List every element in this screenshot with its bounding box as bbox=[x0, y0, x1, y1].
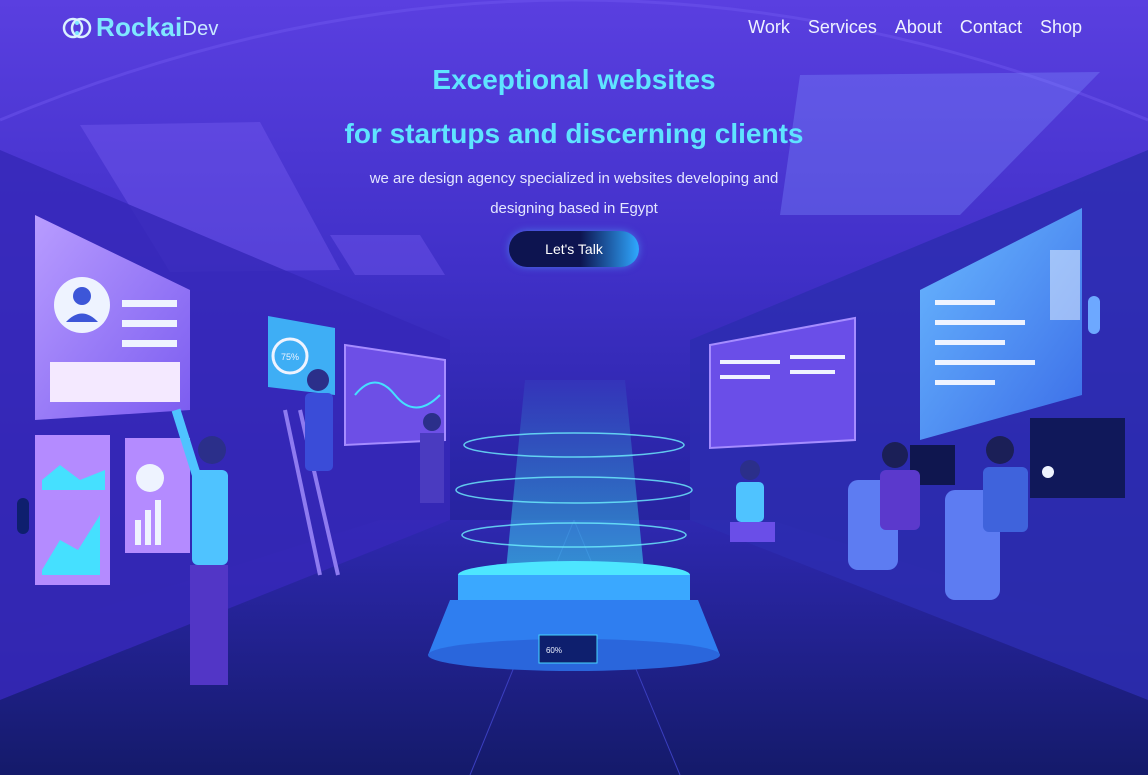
nav-link-about[interactable]: About bbox=[895, 17, 942, 38]
panel-progress-label: 75% bbox=[281, 352, 299, 362]
main-menu: Work Services About Contact Shop bbox=[748, 17, 1082, 38]
top-navigation: Rockai Dev Work Services About Contact S… bbox=[0, 0, 1148, 60]
brand-name-light: Dev bbox=[182, 18, 219, 40]
nav-link-services[interactable]: Services bbox=[808, 17, 877, 38]
brand-name-bold: Rockai bbox=[96, 12, 183, 42]
nav-link-contact[interactable]: Contact bbox=[960, 17, 1022, 38]
nav-link-work[interactable]: Work bbox=[748, 17, 790, 38]
hero-headline-line1: Exceptional websites bbox=[432, 64, 716, 95]
brand-logo[interactable]: Rockai Dev bbox=[62, 12, 219, 43]
nav-link-shop[interactable]: Shop bbox=[1040, 17, 1082, 38]
hero-subtitle-line1: we are design agency specialized in webs… bbox=[369, 170, 779, 187]
hero-subtitle-line2: designing based in Egypt bbox=[490, 200, 658, 217]
hero-illustration: 75% 60% bbox=[0, 0, 1148, 775]
hero-headline-line2: for startups and discerning clients bbox=[344, 118, 804, 149]
brain-icon bbox=[62, 17, 92, 38]
pedestal-progress-label: 60% bbox=[546, 646, 562, 655]
lets-talk-button[interactable]: Let's Talk bbox=[509, 231, 639, 267]
